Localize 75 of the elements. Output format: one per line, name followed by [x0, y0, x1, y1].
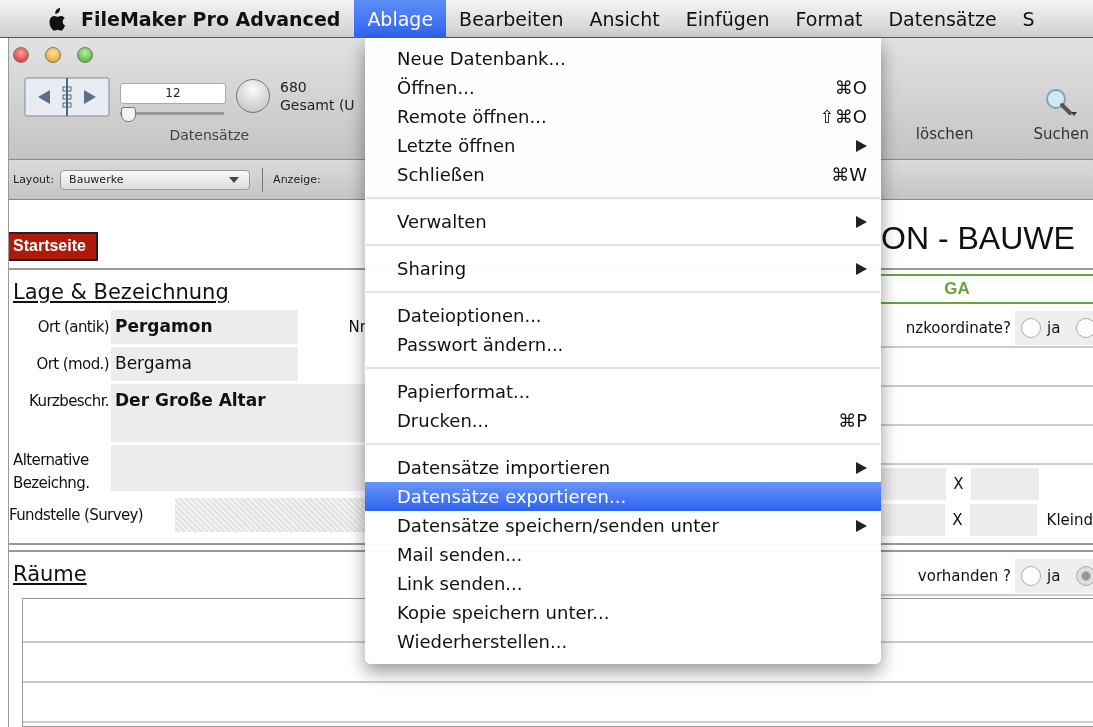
- zoom-button[interactable]: [77, 47, 93, 63]
- radio-button[interactable]: [1021, 318, 1041, 338]
- menu-item[interactable]: Wiederherstellen...: [365, 627, 881, 656]
- section-heading: Lage & Bezeichnung: [12, 280, 230, 306]
- field-label: Kurzbeschr.: [28, 391, 109, 410]
- field-label: Ort (antik): [36, 317, 109, 336]
- menu-item[interactable]: Schließen ⌘W: [365, 160, 881, 189]
- layout-title: ON - BAUWE: [881, 220, 1076, 257]
- home-button[interactable]: Startseite: [9, 232, 98, 261]
- shortcut-label: ⌘O: [834, 77, 867, 98]
- field-label: Nr: [348, 317, 366, 336]
- shortcut-label: ⇧⌘O: [819, 106, 867, 127]
- radio-button[interactable]: [1021, 566, 1041, 586]
- text-field[interactable]: [175, 498, 366, 532]
- menu-bar-item[interactable]: Bearbeiten: [446, 0, 577, 38]
- search-icon: [1044, 87, 1079, 117]
- caret-icon: [229, 176, 240, 183]
- toolbar-button-label[interactable]: löschen: [915, 125, 974, 143]
- record-total: 680: [280, 79, 308, 95]
- close-button[interactable]: [13, 47, 29, 63]
- menu-item[interactable]: Sharing: [365, 254, 881, 283]
- tab-header: GA: [881, 274, 1093, 304]
- text-field[interactable]: Der Große Altar: [111, 384, 366, 442]
- toolbar-group-label: Datensätze: [169, 127, 250, 143]
- view-label: Anzeige:: [272, 173, 322, 186]
- menu-bar-item[interactable]: Format: [782, 0, 876, 38]
- menu-item[interactable]: Remote öffnen... ⇧⌘O: [365, 102, 881, 131]
- slider-thumb[interactable]: [121, 107, 137, 122]
- field-label: Kleind: [1045, 511, 1093, 529]
- menu-item[interactable]: Kopie speichern unter...: [365, 598, 881, 627]
- menu-bar-item[interactable]: S: [1009, 0, 1048, 38]
- record-number-field[interactable]: 12: [120, 83, 226, 104]
- menu-item[interactable]: Link senden...: [365, 569, 881, 598]
- minimize-button[interactable]: [45, 47, 61, 63]
- book-navigation-icon: [24, 77, 110, 117]
- shortcut-label: ⌘W: [831, 164, 867, 185]
- field-label: Fundstelle (Survey): [9, 505, 145, 524]
- menu-bar-item[interactable]: Ansicht: [576, 0, 673, 38]
- text-field[interactable]: Pergamon: [111, 310, 298, 344]
- menu-item[interactable]: Passwort ändern...: [365, 330, 881, 359]
- app-name[interactable]: FileMaker Pro Advanced: [81, 7, 355, 30]
- layout-dropdown[interactable]: Bauwerke: [60, 169, 251, 190]
- menu-bar-item[interactable]: Einfügen: [672, 0, 783, 38]
- field-label: vorhanden ?: [917, 567, 1011, 585]
- menu-item[interactable]: Datensätze exportieren...: [365, 482, 881, 511]
- menu-item[interactable]: Neue Datenbank...: [365, 44, 881, 73]
- menu-item[interactable]: Mail senden...: [365, 540, 881, 569]
- menu-item[interactable]: Verwalten: [365, 207, 881, 236]
- multiply-label: X: [951, 511, 964, 529]
- menu-bar-item[interactable]: Ablage: [354, 0, 447, 38]
- shortcut-label: ⌘P: [838, 410, 867, 431]
- layout-label: Layout:: [12, 173, 56, 186]
- menu-item[interactable]: Öffnen... ⌘O: [365, 73, 881, 102]
- text-field[interactable]: [881, 468, 946, 500]
- text-field[interactable]: [111, 445, 366, 491]
- menu-bar-item[interactable]: Datensätze: [875, 0, 1010, 38]
- radio-label[interactable]: ja: [1047, 319, 1061, 337]
- radio-label[interactable]: ja: [1047, 567, 1061, 585]
- toolbar-button-label[interactable]: Suchen: [1033, 125, 1089, 143]
- menu-item[interactable]: Dateioptionen...: [365, 301, 881, 330]
- field-label: nzkoordinate?: [905, 319, 1011, 337]
- radio-button[interactable]: [1076, 566, 1093, 586]
- menu-item[interactable]: Papierformat...: [365, 377, 881, 406]
- field-label: Ort (mod.): [35, 354, 109, 373]
- radio-button[interactable]: [1076, 318, 1093, 338]
- section-heading: Räume: [12, 562, 88, 588]
- menu-item[interactable]: Letzte öffnen: [365, 131, 881, 160]
- total-label: Gesamt (U: [280, 97, 355, 113]
- menu-item[interactable]: Drucken... ⌘P: [365, 406, 881, 435]
- menu-item[interactable]: Datensätze importieren: [365, 453, 881, 482]
- text-field[interactable]: Bergama: [111, 347, 298, 381]
- text-field[interactable]: [881, 504, 945, 536]
- menu-item[interactable]: Datensätze speichern/senden unter: [365, 511, 881, 540]
- multiply-label: X: [952, 475, 965, 493]
- field-label: Alternative Bezeichng.: [12, 450, 91, 494]
